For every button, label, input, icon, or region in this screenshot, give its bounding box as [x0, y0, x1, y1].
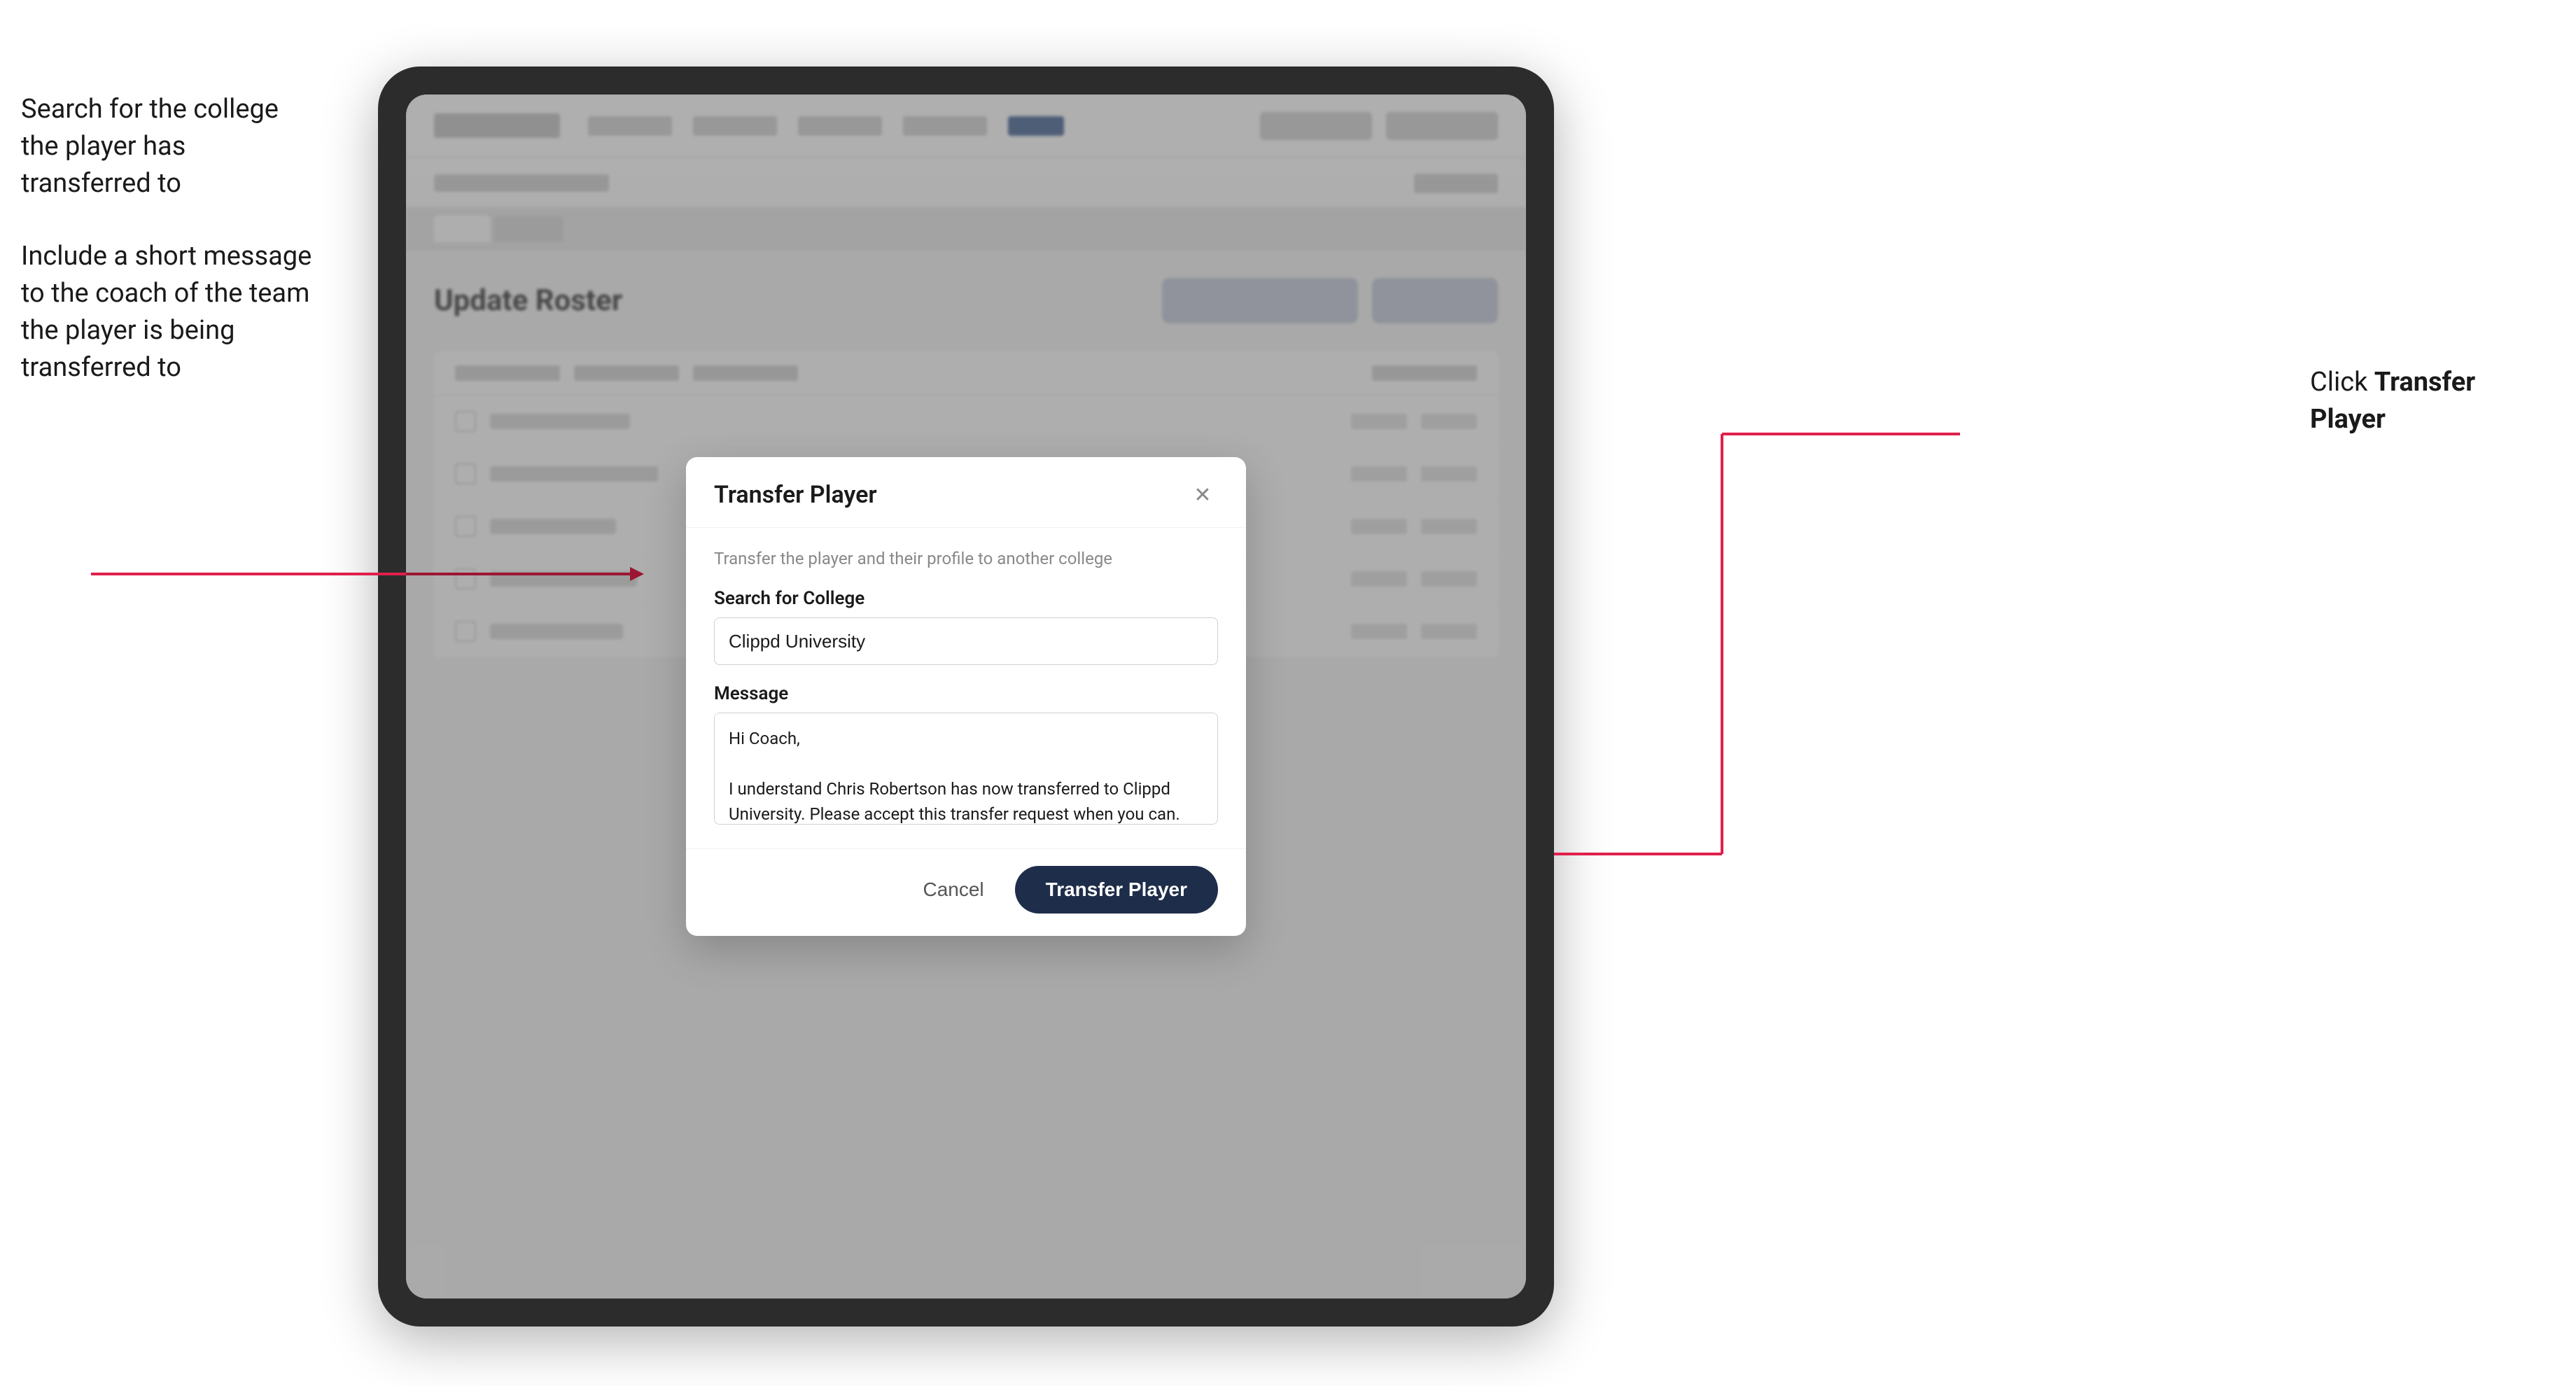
modal-close-button[interactable]: ✕ — [1187, 479, 1218, 510]
transfer-player-button[interactable]: Transfer Player — [1015, 866, 1218, 913]
annotation-search-text: Search for the college the player has tr… — [21, 91, 315, 203]
left-annotations: Search for the college the player has tr… — [21, 91, 315, 421]
message-textarea[interactable] — [714, 713, 1218, 825]
cancel-button[interactable]: Cancel — [909, 870, 997, 909]
modal-overlay: Transfer Player ✕ Transfer the player an… — [406, 94, 1526, 1298]
tablet-device: Update Roster — [378, 66, 1554, 1326]
modal-body: Transfer the player and their profile to… — [686, 528, 1246, 848]
message-label: Message — [714, 683, 1218, 704]
modal-header: Transfer Player ✕ — [686, 457, 1246, 528]
tablet-screen: Update Roster — [406, 94, 1526, 1298]
annotation-message-text: Include a short message to the coach of … — [21, 238, 315, 387]
modal-title: Transfer Player — [714, 481, 877, 509]
college-search-input[interactable] — [714, 617, 1218, 665]
modal-footer: Cancel Transfer Player — [686, 848, 1246, 936]
college-label: Search for College — [714, 588, 1218, 609]
annotation-click-text: Click Transfer Player — [2310, 364, 2555, 438]
transfer-player-modal: Transfer Player ✕ Transfer the player an… — [686, 457, 1246, 936]
right-annotation: Click Transfer Player — [2310, 364, 2555, 438]
modal-description: Transfer the player and their profile to… — [714, 549, 1218, 568]
